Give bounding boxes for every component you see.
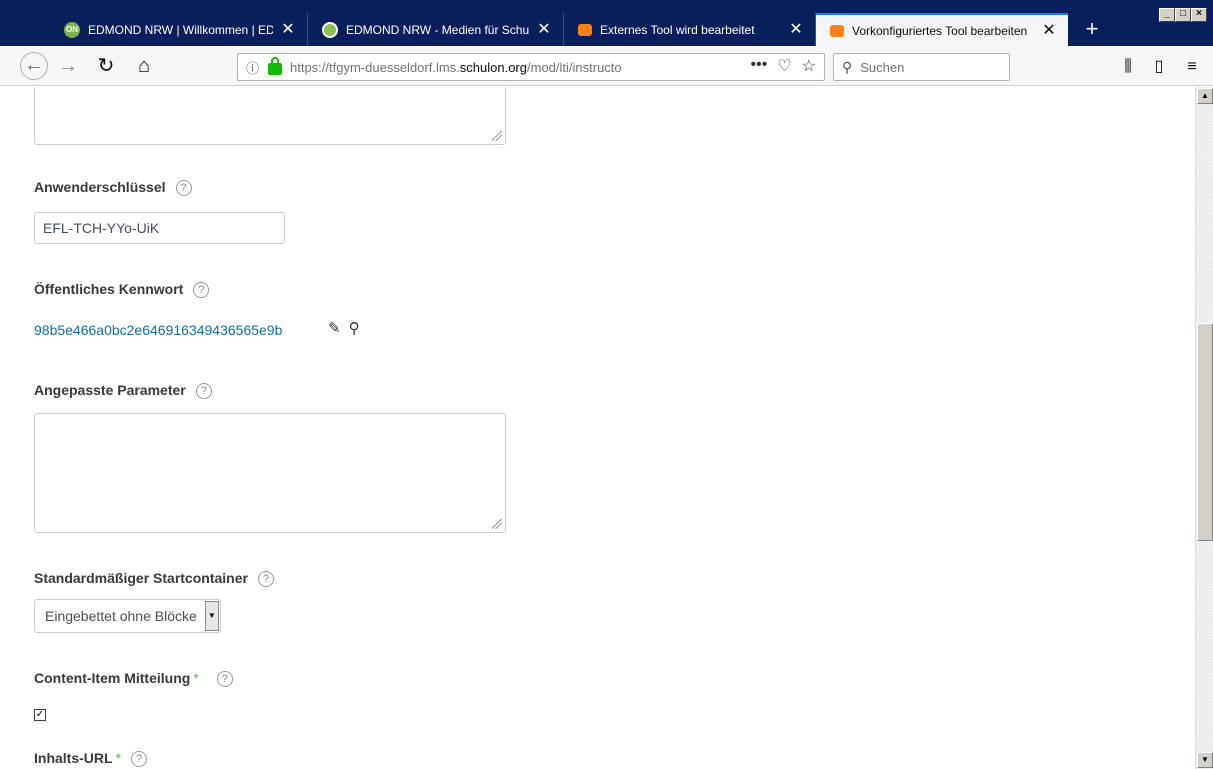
tab-edmond-welcome[interactable]: ON EDMOND NRW | Willkommen | EDI ✕: [50, 13, 308, 46]
textarea-top[interactable]: [34, 87, 506, 145]
help-icon[interactable]: ?: [195, 383, 212, 399]
tab-strip: ON EDMOND NRW | Willkommen | EDI ✕ EDMON…: [0, 0, 1213, 46]
close-window-button[interactable]: ×: [1191, 8, 1207, 22]
required-icon: *: [193, 670, 199, 686]
tab-title: Vorkonfiguriertes Tool bearbeiten: [852, 23, 1028, 38]
url-actions: ••• ♡ ☆: [751, 56, 817, 76]
field-label-angepasste-parameter: Angepasste Parameter?: [34, 382, 212, 399]
close-tab-icon[interactable]: ✕: [279, 21, 297, 39]
edmond-favicon-icon: [322, 21, 338, 38]
help-icon[interactable]: ?: [193, 282, 210, 298]
content-item-checkbox[interactable]: ✓: [34, 709, 46, 721]
moodle-favicon-icon: [578, 23, 592, 36]
pocket-icon[interactable]: ♡: [777, 56, 791, 76]
tab-externes-tool[interactable]: Externes Tool wird bearbeitet ✕: [564, 13, 816, 46]
tab-edmond-media[interactable]: EDMOND NRW - Medien für Schul ✕: [308, 13, 564, 46]
scroll-up-arrow-icon[interactable]: ▲: [1197, 88, 1213, 104]
forward-button[interactable]: →: [54, 52, 82, 80]
tab-title: Externes Tool wird bearbeitet: [600, 22, 755, 37]
tab-vorkonfiguriertes-tool[interactable]: Vorkonfiguriertes Tool bearbeiten ✕: [816, 13, 1068, 46]
reveal-search-icon[interactable]: ⚲: [349, 319, 360, 337]
lock-icon[interactable]: [268, 57, 282, 75]
back-button[interactable]: ←: [20, 52, 48, 80]
scroll-down-arrow-icon[interactable]: ▼: [1197, 752, 1213, 768]
field-label-content-item: Content-Item Mitteilung *?: [34, 670, 233, 687]
close-tab-icon[interactable]: ✕: [787, 21, 805, 39]
moodle-favicon-icon: [830, 24, 844, 37]
page-content: Anwenderschlüssel? EFL-TCH-YYo-UiK Öffen…: [0, 87, 1195, 769]
select-value: Eingebettet ohne Blöcke: [45, 608, 197, 624]
close-tab-icon[interactable]: ✕: [1040, 22, 1058, 40]
search-bar[interactable]: ⚲: [833, 53, 1010, 81]
menu-icon[interactable]: ≡: [1180, 55, 1204, 79]
window-controls: _ □ ×: [1159, 8, 1207, 22]
field-label-oeffentliches-kennwort: Öffentliches Kennwort?: [34, 281, 210, 298]
scrollbar-thumb[interactable]: [1197, 323, 1213, 541]
info-icon[interactable]: ⓘ: [246, 58, 266, 77]
resize-grip-icon[interactable]: [492, 131, 502, 141]
library-icon[interactable]: ⫼: [1116, 55, 1140, 79]
search-input[interactable]: [860, 59, 991, 75]
help-icon[interactable]: ?: [131, 751, 148, 767]
required-icon: *: [115, 750, 122, 766]
url-bar[interactable]: ⓘ https://tfgym-duesseldorf.lms.schulon.…: [237, 53, 825, 81]
navigation-toolbar: ← → ↻ ⌂ ⓘ https://tfgym-duesseldorf.lms.…: [0, 46, 1213, 86]
reload-button[interactable]: ↻: [92, 52, 120, 80]
anwenderschluessel-input[interactable]: EFL-TCH-YYo-UiK: [34, 212, 285, 244]
url-text[interactable]: https://tfgym-duesseldorf.lms.schulon.or…: [290, 60, 720, 75]
vertical-scrollbar[interactable]: ▲ ▼: [1195, 87, 1213, 769]
new-tab-button[interactable]: +: [1077, 15, 1107, 45]
close-tab-icon[interactable]: ✕: [535, 21, 553, 39]
minimize-button[interactable]: _: [1159, 8, 1175, 22]
field-label-inhalts-url: Inhalts-URL *?: [34, 750, 148, 767]
edit-pencil-icon[interactable]: ✎: [328, 319, 341, 337]
tab-title: EDMOND NRW | Willkommen | EDI: [88, 22, 273, 37]
tab-strip-left: [0, 0, 50, 46]
search-icon: ⚲: [842, 58, 853, 75]
help-icon[interactable]: ?: [257, 571, 274, 587]
kennwort-actions: ✎ ⚲: [328, 319, 360, 337]
angepasste-parameter-textarea[interactable]: [34, 413, 506, 533]
help-icon[interactable]: ?: [175, 180, 192, 196]
kennwort-value-link[interactable]: 98b5e466a0bc2e646916349436565e9b: [34, 322, 282, 338]
home-button[interactable]: ⌂: [130, 52, 158, 80]
field-label-startcontainer: Standardmäßiger Startcontainer?: [34, 570, 274, 587]
startcontainer-select[interactable]: Eingebettet ohne Blöcke ▼: [34, 599, 221, 633]
bookmark-star-icon[interactable]: ☆: [802, 56, 816, 76]
edmond-favicon-icon: ON: [64, 21, 80, 38]
help-icon[interactable]: ?: [216, 671, 233, 687]
tab-title: EDMOND NRW - Medien für Schul: [346, 22, 529, 37]
maximize-button[interactable]: □: [1175, 8, 1191, 22]
resize-grip-icon[interactable]: [492, 519, 502, 529]
page-actions-icon[interactable]: •••: [751, 56, 768, 76]
chevron-down-icon[interactable]: ▼: [204, 601, 219, 631]
field-label-anwenderschluessel: Anwenderschlüssel?: [34, 179, 192, 196]
sidebar-icon[interactable]: ▯: [1147, 55, 1171, 79]
